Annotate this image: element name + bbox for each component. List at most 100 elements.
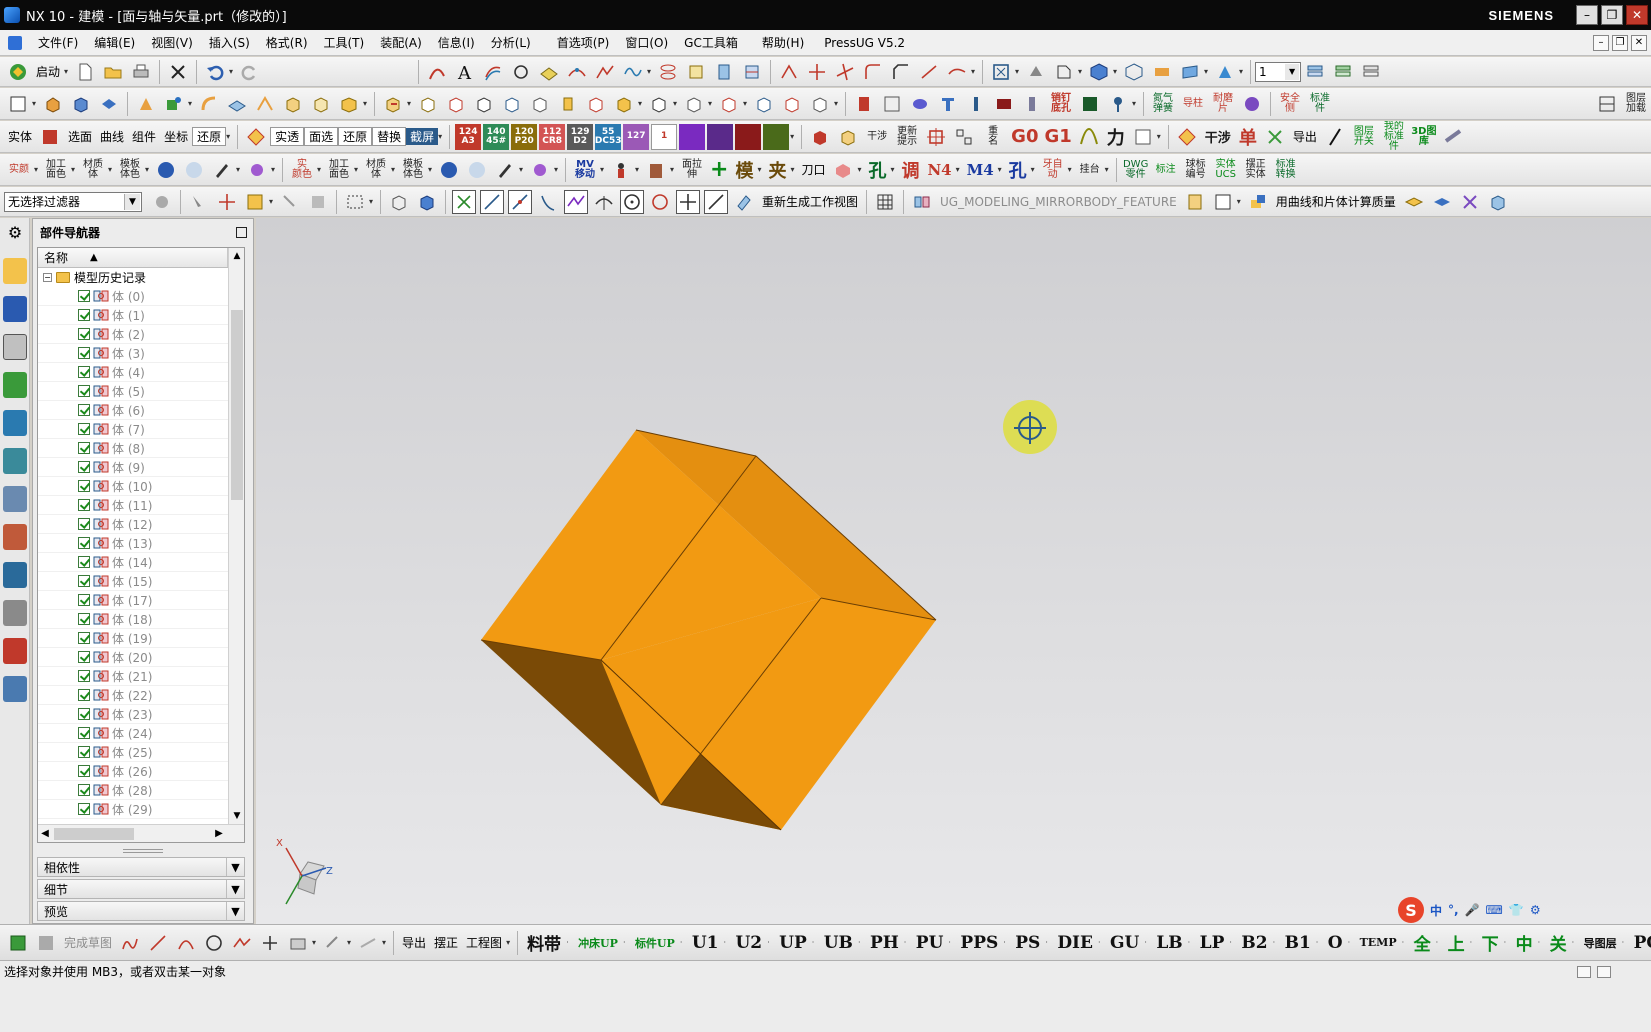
dwg-part-button[interactable]: DWG零件 — [1123, 157, 1149, 183]
knife-edge-button[interactable]: 刀口 — [797, 161, 829, 178]
regen-view-icon[interactable] — [732, 190, 756, 214]
visibility-checkbox[interactable] — [78, 328, 90, 340]
stamping-tag-button[interactable]: PS — [1010, 933, 1045, 953]
material-code-green[interactable] — [763, 123, 790, 150]
g1-button[interactable]: G1 — [1041, 126, 1074, 147]
collapse-icon[interactable]: − — [43, 273, 52, 282]
stamping-tag-button[interactable]: DIE — [1052, 933, 1098, 953]
mold-insert-icon[interactable] — [992, 92, 1016, 116]
view-lighting-icon[interactable] — [1150, 60, 1174, 84]
layer-settings-icon[interactable] — [1303, 60, 1327, 84]
stamping-tag-button[interactable]: 关 — [1545, 930, 1572, 955]
drawing-button[interactable]: 工程图 — [462, 934, 506, 951]
figure-icon[interactable] — [609, 158, 633, 182]
ime-mic-icon[interactable]: 🎤 — [1465, 903, 1480, 917]
open-folder-icon[interactable] — [101, 60, 125, 84]
sketch-profile-icon[interactable] — [118, 931, 142, 955]
tree-item-body[interactable]: 体 (24) — [38, 724, 228, 743]
nitrogen-spring-button[interactable]: 氮气 弹簧 — [1150, 91, 1176, 117]
stamping-tag-button[interactable]: B1 — [1280, 933, 1316, 953]
menu-assembly[interactable]: 装配(A) — [372, 32, 430, 54]
sketch-circle-icon[interactable] — [509, 60, 533, 84]
curve-bump-icon[interactable] — [1077, 125, 1101, 149]
blank-square-icon[interactable] — [1211, 190, 1235, 214]
material-code-purple[interactable] — [679, 123, 706, 150]
tree-item-body[interactable]: 体 (20) — [38, 648, 228, 667]
mold-tool-icon[interactable] — [852, 92, 876, 116]
cylinder-icon[interactable] — [556, 92, 580, 116]
material-code-45[interactable]: 140 45# — [483, 123, 510, 150]
model-history-node[interactable]: − 模型历史记录 — [38, 268, 244, 287]
part-navigator-icon[interactable] — [3, 334, 27, 360]
wrap-curve-icon[interactable] — [740, 60, 764, 84]
minimize-button[interactable]: – — [1576, 5, 1598, 25]
stamping-tag-button[interactable]: U2 — [730, 933, 767, 953]
tree-item-body[interactable]: 体 (11) — [38, 496, 228, 515]
view-wire-icon[interactable] — [1122, 60, 1146, 84]
extend-curve-icon[interactable] — [917, 60, 941, 84]
material-code-p20[interactable]: 120 P20 — [511, 123, 538, 150]
ime-status-bar[interactable]: S 中 °, 🎤 ⌨ 👕 ⚙ — [1398, 896, 1568, 924]
stamping-tag-button[interactable]: LP — [1195, 933, 1230, 953]
tree-item-body[interactable]: 体 (3) — [38, 344, 228, 363]
visibility-checkbox[interactable] — [78, 461, 90, 473]
visibility-checkbox[interactable] — [78, 727, 90, 739]
tree-item-body[interactable]: 体 (19) — [38, 629, 228, 648]
roles-icon[interactable] — [3, 638, 27, 664]
menu-analysis[interactable]: 分析(L) — [483, 32, 539, 54]
grid-table-icon[interactable] — [873, 190, 897, 214]
menu-gc-toolbox[interactable]: GC工具箱 — [676, 32, 746, 54]
stamping-tag-button[interactable]: O — [1323, 933, 1348, 953]
block-icon[interactable] — [69, 92, 93, 116]
stamping-tag-button[interactable]: LB — [1151, 933, 1187, 953]
hang-platform-button[interactable]: 挂台 — [1077, 157, 1103, 183]
doc-restore-button[interactable]: ❐ — [1612, 34, 1628, 51]
visibility-checkbox[interactable] — [78, 632, 90, 644]
stamping-tag-button[interactable]: TEMP — [1355, 936, 1402, 949]
stamping-tag-button[interactable]: B2 — [1236, 933, 1272, 953]
material-code-127[interactable]: 127 — [623, 123, 650, 150]
slash-dim-icon[interactable] — [1323, 125, 1347, 149]
sketch-icon[interactable] — [6, 92, 30, 116]
tb-restore2[interactable]: 还原 — [338, 127, 373, 146]
3d-library-button[interactable]: 3D图库 — [1411, 124, 1437, 150]
tb-screenshot[interactable]: 截屏 — [406, 128, 439, 145]
undo-icon[interactable] — [203, 60, 227, 84]
stamping-tag-button[interactable]: UB — [819, 933, 858, 953]
mass-calc-icon[interactable] — [1246, 190, 1270, 214]
material-body-button[interactable]: 材质体 — [80, 157, 106, 183]
layer-add-button[interactable]: 图层 加载 — [1623, 91, 1649, 117]
stamping-tag-button[interactable]: U1 — [687, 933, 724, 953]
copy-to-layer-icon[interactable] — [1359, 60, 1383, 84]
tree-item-body[interactable]: 体 (15) — [38, 572, 228, 591]
tree-item-body[interactable]: 体 (29) — [38, 800, 228, 819]
project-curve-icon[interactable] — [537, 60, 561, 84]
system-scene-icon[interactable] — [3, 676, 27, 702]
edge-blend-icon[interactable] — [197, 92, 221, 116]
tree-item-body[interactable]: 体 (9) — [38, 458, 228, 477]
snap-midpoint-icon[interactable] — [508, 189, 532, 214]
gray-sphere-icon[interactable] — [182, 158, 206, 182]
export-drawing-button[interactable]: 导出 — [398, 934, 430, 951]
render-edges-icon[interactable] — [1052, 60, 1076, 84]
solid-ucs-button[interactable]: 实体UCS — [1213, 157, 1239, 183]
gear-color-icon[interactable] — [245, 158, 269, 182]
tree-item-body[interactable]: 体 (6) — [38, 401, 228, 420]
stamping-tag-button[interactable]: 导图层 — [1579, 935, 1622, 951]
tb-restore[interactable]: 还原 — [192, 127, 227, 146]
rename-button[interactable]: 重名 — [980, 124, 1006, 150]
compass-tool-icon[interactable] — [1183, 190, 1207, 214]
visibility-checkbox[interactable] — [78, 442, 90, 454]
snap-center-icon[interactable] — [620, 189, 644, 214]
material-code-vt[interactable] — [707, 123, 734, 150]
standard-button[interactable]: 标准件 — [1307, 91, 1333, 117]
close-button[interactable]: ✕ — [1626, 5, 1648, 25]
sync-constrain-face-icon[interactable] — [717, 92, 741, 116]
pattern-icon[interactable] — [134, 92, 158, 116]
mirror-body-icon[interactable] — [910, 190, 934, 214]
pen-icon-2[interactable] — [493, 158, 517, 182]
tree-item-body[interactable]: 体 (23) — [38, 705, 228, 724]
sync-delete-face-icon[interactable] — [528, 92, 552, 116]
tree-item-body[interactable]: 体 (13) — [38, 534, 228, 553]
column-name-header[interactable]: 名称 ▲ — [38, 248, 228, 267]
